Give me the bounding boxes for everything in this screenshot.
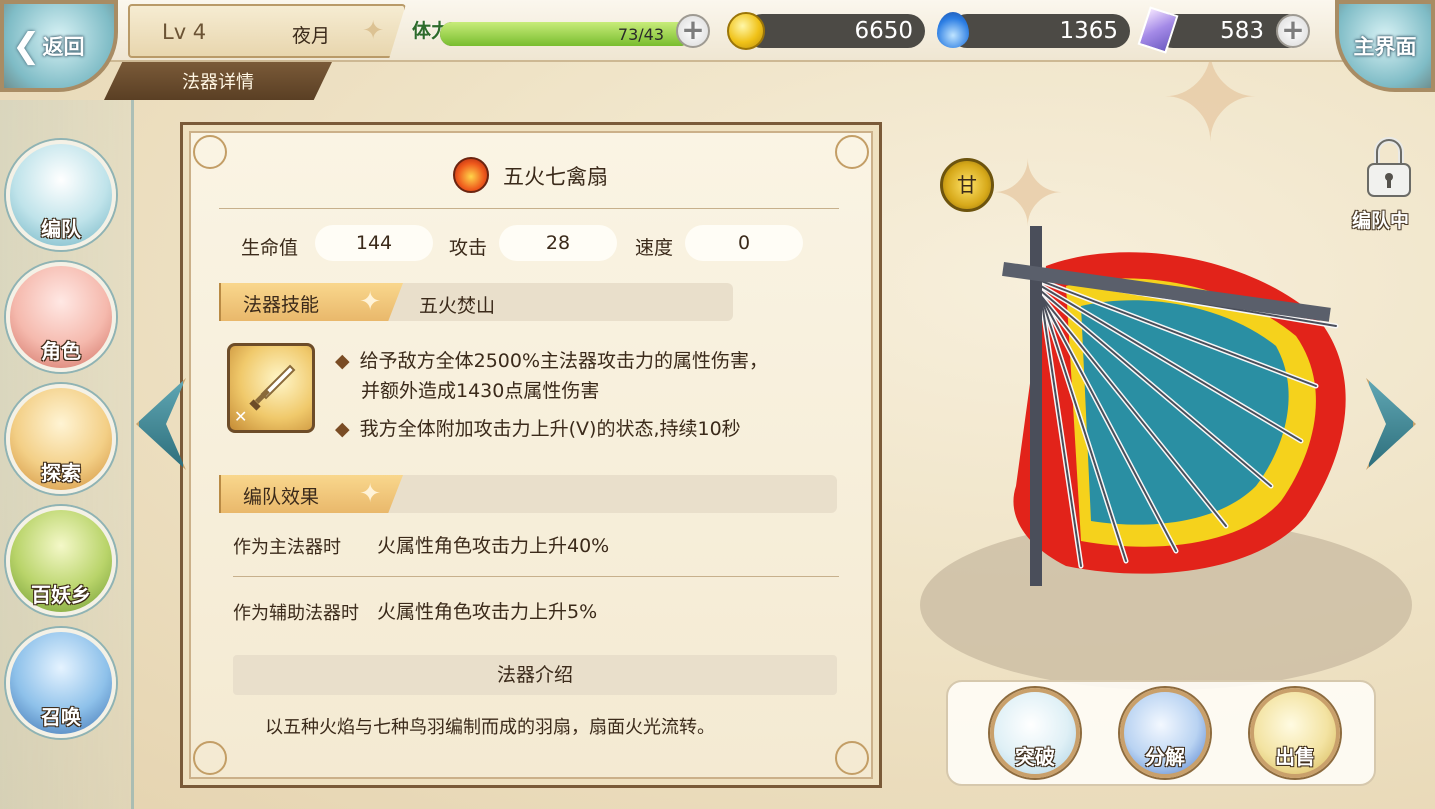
divider (219, 208, 839, 209)
page-title: 法器详情 (104, 62, 332, 100)
five-fire-fan-artwork (1002, 226, 1346, 586)
corner-ornament (835, 741, 869, 775)
star-icon: ✦ (359, 479, 381, 509)
decompose-button[interactable]: 分解 (1120, 688, 1210, 778)
decompose-button-label: 分解 (1145, 745, 1185, 769)
sidebar-item-label: 召唤 (41, 705, 81, 729)
crossed-swords-icon: ✕ (234, 407, 248, 426)
diamond-bullet-icon: ◆ (335, 350, 350, 372)
sidebar-item-label: 角色 (41, 339, 81, 363)
skill-section-tag: 法器技能 ✦ (219, 283, 403, 321)
skill-effect-line: 并额外造成1430点属性伤害 (361, 375, 599, 407)
soul-bar: 1365 (950, 14, 1130, 48)
sidebar-item-team[interactable]: 编队 (6, 140, 116, 250)
artifact-name: 五火七禽扇 (503, 165, 608, 189)
skill-effect-line: ◆ 我方全体附加攻击力上升(V)的状态,持续10秒 (335, 413, 741, 445)
stamina-bar: 73/43 (440, 22, 692, 46)
corner-ornament (835, 135, 869, 169)
stat-value-speed: 0 (685, 225, 803, 261)
gold-coin-icon (727, 12, 765, 50)
skill-effect-text: 给予敌方全体2500%主法器攻击力的属性伤害， (359, 350, 769, 372)
action-tray: 突破 分解 出售 (946, 680, 1376, 786)
skill-effect-line: ◆ 给予敌方全体2500%主法器攻击力的属性伤害， (335, 345, 768, 377)
page-title-label: 法器详情 (182, 72, 254, 93)
team-effect-text: 火属性角色攻击力上升5% (377, 601, 598, 623)
skill-effect-text: 并额外造成1430点属性伤害 (361, 380, 600, 402)
skill-name: 五火焚山 (419, 295, 496, 317)
sidebar-item-explore[interactable]: 探索 (6, 384, 116, 494)
sidebar-item-summon[interactable]: 召唤 (6, 628, 116, 738)
sidebar-item-label: 编队 (41, 217, 81, 241)
team-section-tag: 编队效果 ✦ (219, 475, 403, 513)
skill-effect-text: 我方全体附加攻击力上升(V)的状态,持续10秒 (359, 418, 741, 440)
sword-skill-icon: ✕ (227, 343, 315, 433)
sidebar-item-village[interactable]: 百妖乡 (6, 506, 116, 616)
team-effect-condition: 作为辅助法器时 (233, 603, 359, 624)
diamond-bullet-icon: ◆ (335, 418, 350, 440)
home-button-label: 主界面 (1353, 35, 1417, 59)
add-stamina-button[interactable]: + (676, 14, 710, 48)
skill-section-title: 法器技能 (243, 294, 320, 316)
team-section-title: 编队效果 (243, 486, 320, 508)
team-effect-strip (383, 475, 837, 513)
sidebar-item-label: 百妖乡 (31, 583, 91, 607)
sell-button[interactable]: 出售 (1250, 688, 1340, 778)
stat-value-hp: 144 (315, 225, 433, 261)
breakthrough-button-label: 突破 (1015, 745, 1055, 769)
player-info-plate: Lv 4 夜月 ✦ (128, 4, 406, 58)
sword-icon (249, 364, 296, 411)
stat-value-attack: 28 (499, 225, 617, 261)
gold-bar: 6650 (745, 14, 925, 48)
lock-icon[interactable] (1364, 134, 1414, 200)
gem-value: 583 (1220, 18, 1264, 44)
sidebar-item-label: 探索 (41, 461, 81, 485)
star-icon: ✦ (359, 287, 381, 317)
artifact-detail-panel: 五火七禽扇 生命值 144 攻击 28 速度 0 法器技能 ✦ 五火焚山 ✕ ◆… (180, 122, 882, 788)
soul-value: 1365 (1059, 18, 1118, 44)
stamina-value: 73/43 (617, 25, 664, 44)
fire-element-icon (453, 157, 489, 193)
player-level: Lv 4 (162, 20, 207, 44)
stat-label-attack: 攻击 (449, 237, 488, 259)
gold-value: 6650 (854, 18, 913, 44)
chevron-left-icon: ❮ (12, 26, 41, 66)
divider (233, 576, 839, 577)
star-icon: ✦ (362, 16, 384, 46)
stat-label-speed: 速度 (635, 237, 674, 259)
breakthrough-button[interactable]: 突破 (990, 688, 1080, 778)
team-effect-text: 火属性角色攻击力上升40% (377, 535, 610, 557)
corner-ornament (193, 135, 227, 169)
sell-button-label: 出售 (1275, 745, 1315, 769)
sidebar-item-character[interactable]: 角色 (6, 262, 116, 372)
corner-ornament (193, 741, 227, 775)
blue-flame-icon (937, 12, 969, 48)
back-button-label: 返回 (42, 35, 85, 59)
stat-label-hp: 生命值 (241, 237, 299, 259)
player-name: 夜月 (292, 25, 331, 47)
intro-header: 法器介绍 (233, 655, 837, 695)
add-gem-button[interactable]: + (1276, 14, 1310, 48)
intro-text: 以五种火焰与七种鸟羽编制而成的羽扇，扇面火光流转。 (265, 717, 715, 738)
team-effect-condition: 作为主法器时 (233, 537, 341, 558)
